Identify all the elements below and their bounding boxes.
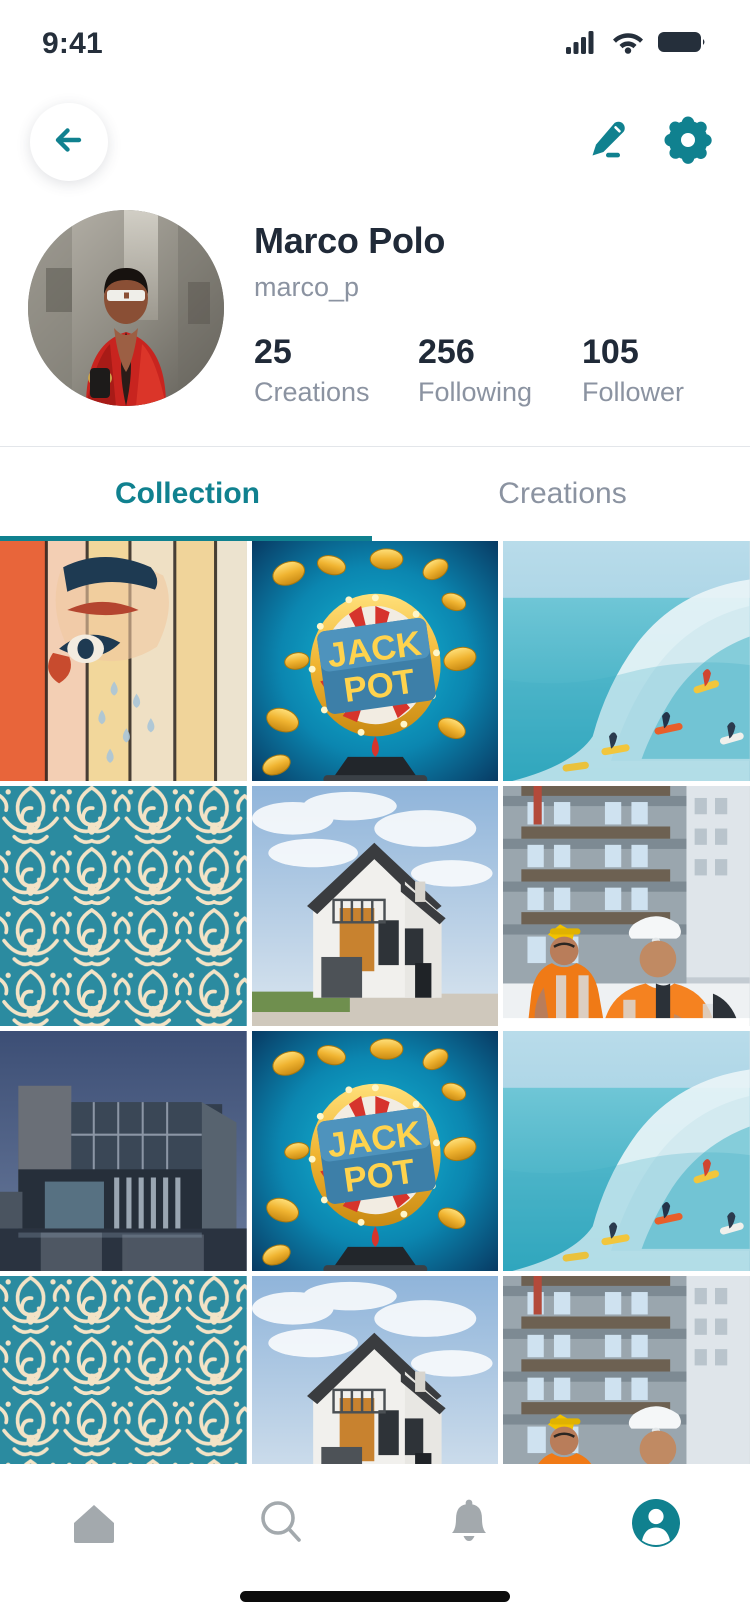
bottom-navigation — [0, 1464, 750, 1624]
tab-collection[interactable]: Collection — [0, 447, 375, 541]
stat-value: 105 — [582, 332, 639, 371]
status-icons — [566, 30, 706, 59]
top-action-bar — [0, 88, 750, 196]
back-button[interactable] — [30, 103, 108, 181]
nav-notifications[interactable] — [375, 1496, 563, 1553]
status-bar: 9:41 — [0, 0, 750, 88]
stat-label: Creations — [254, 377, 370, 408]
profile-icon — [629, 1496, 683, 1555]
edit-pencil-icon — [584, 117, 630, 168]
nav-home[interactable] — [0, 1496, 188, 1553]
stat-value: 25 — [254, 332, 292, 371]
nav-profile[interactable] — [563, 1496, 750, 1555]
cellular-signal-icon — [566, 30, 598, 59]
profile-stats: 25 Creations 256 Following 105 Follower — [254, 332, 720, 408]
status-time: 9:41 — [42, 27, 103, 60]
stat-follower[interactable]: 105 Follower — [582, 332, 685, 408]
tab-creations[interactable]: Creations — [375, 447, 750, 541]
avatar[interactable] — [28, 210, 224, 406]
grid-item[interactable] — [0, 1276, 247, 1475]
stat-label: Following — [418, 377, 533, 408]
profile-handle: marco_p — [254, 272, 360, 303]
nav-search[interactable] — [188, 1496, 376, 1555]
grid-item[interactable] — [503, 1031, 750, 1272]
home-icon — [68, 1496, 120, 1553]
grid-item[interactable] — [0, 541, 247, 782]
stat-creations[interactable]: 25 Creations — [254, 332, 418, 408]
bell-icon — [443, 1496, 495, 1553]
top-bar-actions — [584, 116, 712, 169]
grid-item[interactable] — [0, 786, 247, 1027]
grid-item[interactable]: JACK POT — [251, 541, 499, 782]
gear-icon — [664, 116, 712, 169]
page-title: Marco Polo — [254, 220, 446, 261]
grid-item[interactable] — [503, 786, 750, 1027]
stat-following[interactable]: 256 Following — [418, 332, 582, 408]
grid-item[interactable] — [503, 541, 750, 782]
grid-item[interactable]: JACK POT — [251, 1031, 499, 1272]
grid-item[interactable] — [251, 786, 499, 1027]
stat-value: 256 — [418, 332, 475, 371]
edit-profile-button[interactable] — [584, 117, 630, 168]
profile-header: Marco Polo marco_p 25 Creations 256 Foll… — [0, 196, 750, 408]
settings-button[interactable] — [664, 116, 712, 169]
grid-item[interactable] — [0, 1031, 247, 1272]
home-indicator — [240, 1591, 510, 1602]
profile-tabs: Collection Creations — [0, 447, 750, 542]
grid-item[interactable] — [503, 1276, 750, 1475]
media-grid: JACK POT JACK POT — [0, 541, 750, 1475]
search-icon — [254, 1496, 308, 1555]
profile-info: Marco Polo marco_p 25 Creations 256 Foll… — [254, 210, 720, 408]
wifi-icon — [612, 30, 644, 59]
grid-item[interactable] — [251, 1276, 499, 1475]
arrow-left-icon — [49, 120, 89, 165]
battery-icon — [658, 30, 706, 59]
stat-label: Follower — [582, 377, 685, 408]
